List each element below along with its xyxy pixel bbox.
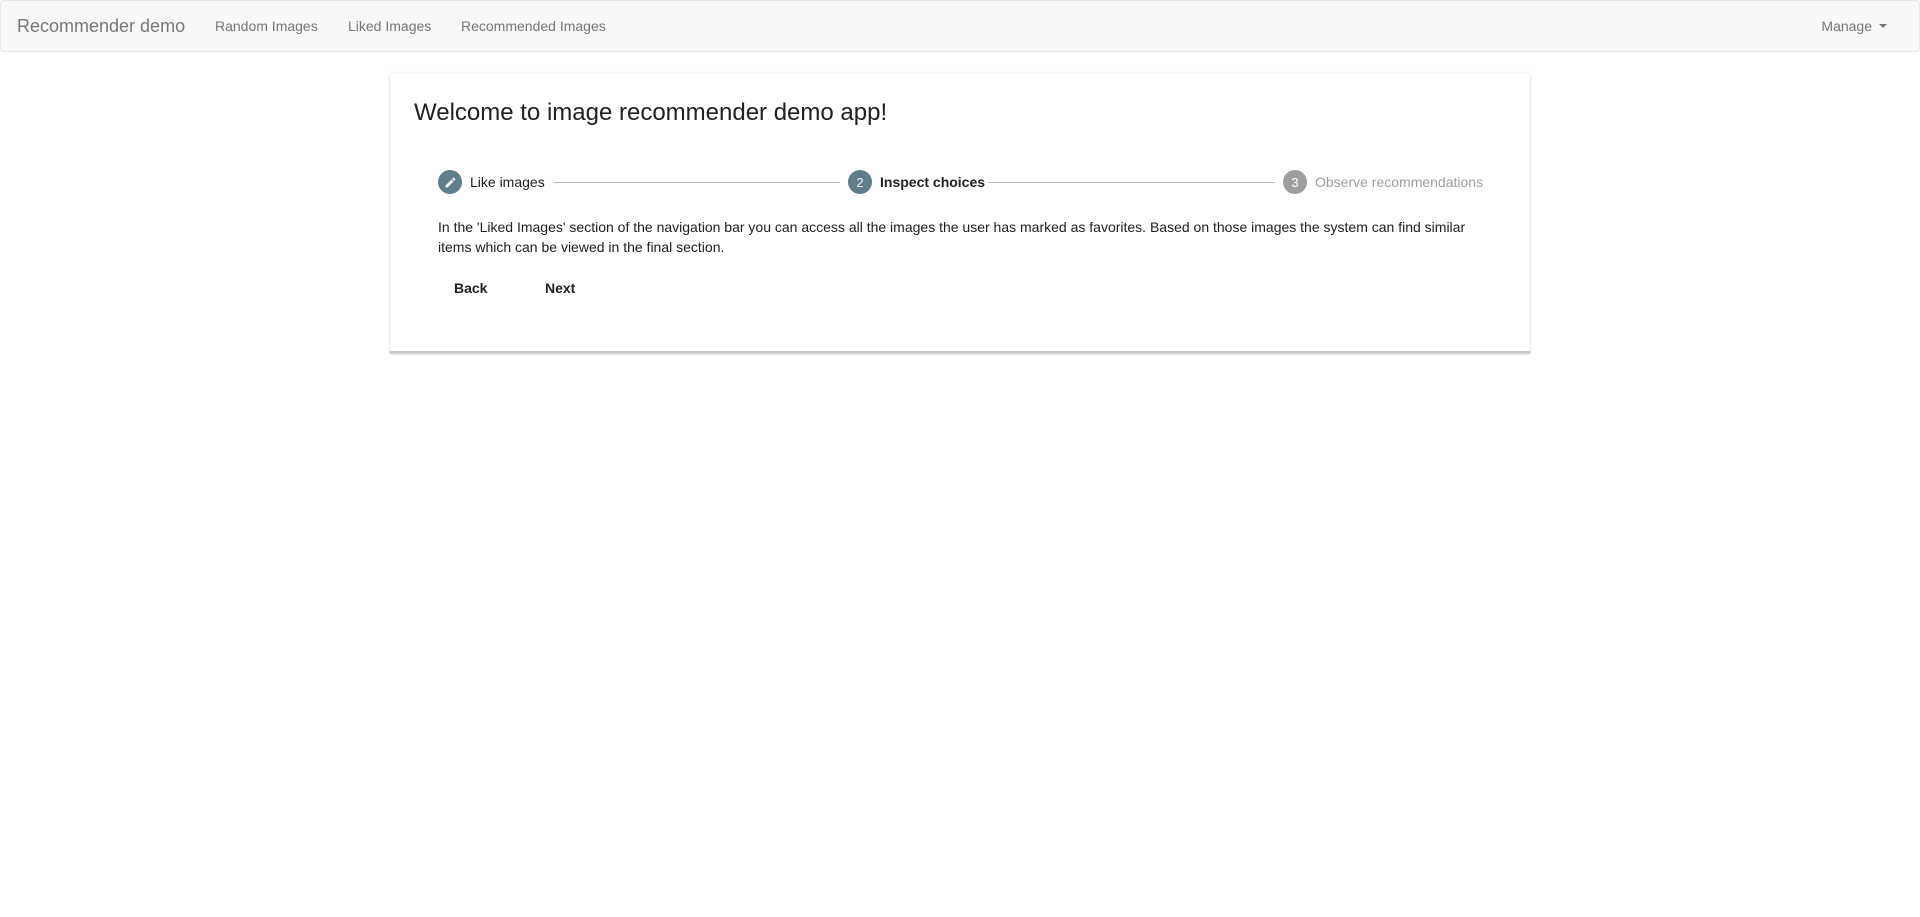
next-button[interactable]: Next [529, 270, 591, 306]
step-connector [988, 182, 1275, 183]
step-2-circle: 2 [848, 170, 872, 194]
stepper: Like images 2 Inspect choices 3 Observe … [438, 170, 1483, 194]
manage-dropdown[interactable]: Manage [1821, 18, 1887, 34]
step-observe-recommendations[interactable]: 3 Observe recommendations [1283, 170, 1483, 194]
card-title: Welcome to image recommender demo app! [414, 99, 888, 126]
pencil-icon [445, 177, 455, 187]
step-content-text: In the 'Liked Images' section of the nav… [438, 219, 1466, 255]
nav-link-random-images[interactable]: Random Images [215, 18, 318, 34]
step-1-label: Like images [470, 174, 545, 190]
welcome-card: Welcome to image recommender demo app! L… [390, 73, 1530, 353]
step-3-circle: 3 [1283, 170, 1307, 194]
step-like-images[interactable]: Like images [438, 170, 545, 194]
step-3-label: Observe recommendations [1315, 174, 1484, 190]
navbar: Recommender demo Random Images Liked Ima… [0, 0, 1920, 52]
manage-dropdown-label: Manage [1821, 18, 1872, 34]
caret-down-icon [1879, 24, 1887, 28]
step-1-circle [438, 170, 462, 194]
step-connector [554, 182, 840, 183]
back-button[interactable]: Back [438, 270, 503, 306]
step-inspect-choices[interactable]: 2 Inspect choices [848, 170, 985, 194]
navbar-brand[interactable]: Recommender demo [17, 16, 185, 37]
nav-link-recommended-images[interactable]: Recommended Images [461, 18, 606, 34]
nav-link-liked-images[interactable]: Liked Images [348, 18, 431, 34]
step-2-label: Inspect choices [880, 174, 986, 190]
